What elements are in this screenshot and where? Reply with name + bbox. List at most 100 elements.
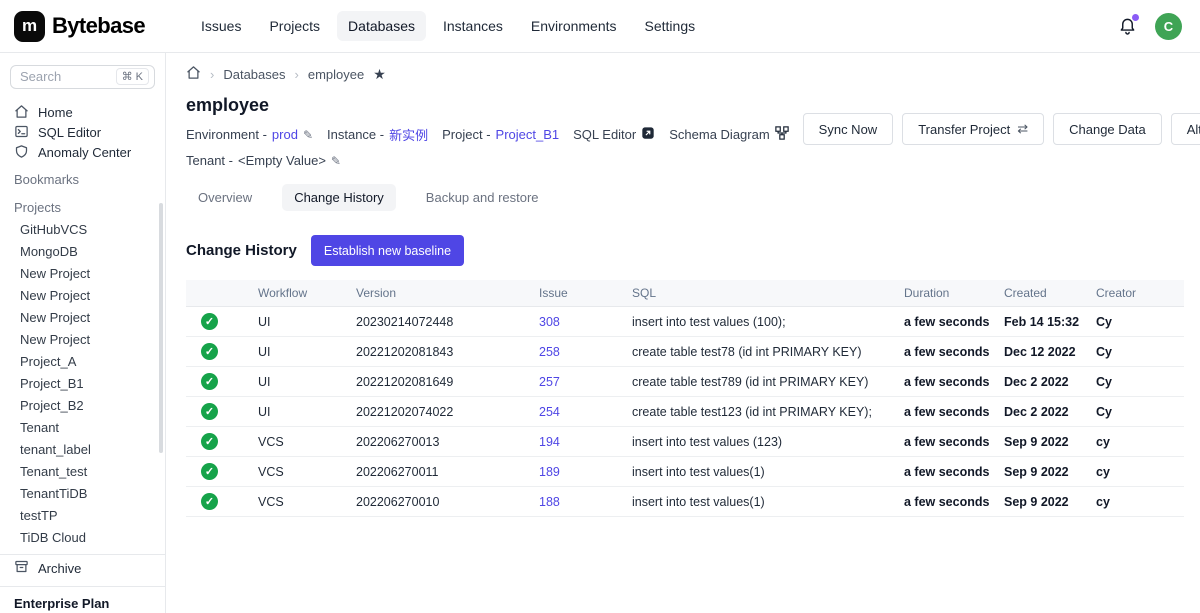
schema-diagram-shortcut[interactable]: Schema Diagram <box>669 126 788 143</box>
edit-environment-pencil-icon[interactable]: ✎ <box>303 128 313 142</box>
nav-item-instances[interactable]: Instances <box>432 11 514 41</box>
issue-link[interactable]: 188 <box>539 495 632 509</box>
transfer-project-button[interactable]: Transfer Project⇄ <box>902 113 1044 145</box>
nav-item-projects[interactable]: Projects <box>258 11 331 41</box>
sidebar-item-anomaly-center[interactable]: Anomaly Center <box>0 143 165 163</box>
duration-cell: a few seconds <box>904 435 1004 449</box>
created-cell: Dec 2 2022 <box>1004 405 1096 419</box>
sidebar-project-item[interactable]: Tenant_test <box>0 461 165 483</box>
creator-cell: Cy <box>1096 315 1184 329</box>
alter-schema-button[interactable]: Alter Schema <box>1171 113 1200 145</box>
edit-tenant-pencil-icon[interactable]: ✎ <box>331 154 341 168</box>
issue-link[interactable]: 254 <box>539 405 632 419</box>
sidebar-project-item[interactable]: New Project <box>0 263 165 285</box>
bookmark-star-icon[interactable]: ★ <box>373 66 386 83</box>
change-history-row[interactable]: ✓UI20221202081843258create table test78 … <box>186 337 1184 367</box>
creator-cell: Cy <box>1096 345 1184 359</box>
status-cell: ✓ <box>186 343 258 360</box>
sync-now-button[interactable]: Sync Now <box>803 113 894 145</box>
instance-link[interactable]: 新实例 <box>389 125 428 144</box>
issue-link[interactable]: 194 <box>539 435 632 449</box>
change-history-row[interactable]: ✓UI20221202074022254create table test123… <box>186 397 1184 427</box>
sidebar-item-label: SQL Editor <box>38 125 101 140</box>
tab-overview[interactable]: Overview <box>186 184 264 211</box>
environment-link[interactable]: prod <box>272 127 298 142</box>
subscription-plan-label[interactable]: Enterprise Plan <box>0 587 165 613</box>
sidebar-project-item[interactable]: Project_B2 <box>0 395 165 417</box>
sidebar-project-item[interactable]: New Project <box>0 329 165 351</box>
sidebar-project-item[interactable]: New Project <box>0 307 165 329</box>
nav-item-environments[interactable]: Environments <box>520 11 628 41</box>
page-title: employee <box>186 95 803 116</box>
issue-link[interactable]: 308 <box>539 315 632 329</box>
user-avatar[interactable]: C <box>1155 13 1182 40</box>
workflow-cell: UI <box>258 345 356 359</box>
environment-label: Environment - <box>186 127 267 142</box>
created-cell: Sep 9 2022 <box>1004 435 1096 449</box>
sidebar-project-item[interactable]: Project_A <box>0 351 165 373</box>
main-content: › Databases › employee ★ employee Enviro… <box>166 53 1200 613</box>
issue-link[interactable]: 257 <box>539 375 632 389</box>
sidebar-project-item[interactable]: New Project <box>0 285 165 307</box>
search-input[interactable] <box>20 69 112 84</box>
page-header-left: employee Environment - prod ✎ Instance -… <box>186 95 803 168</box>
tab-backup-and-restore[interactable]: Backup and restore <box>414 184 551 211</box>
workflow-cell: VCS <box>258 495 356 509</box>
topbar-right: C <box>1118 13 1182 40</box>
sql-cell: insert into test values(1) <box>632 465 904 479</box>
tab-change-history[interactable]: Change History <box>282 184 396 211</box>
nav-item-databases[interactable]: Databases <box>337 11 426 41</box>
sidebar-project-item[interactable]: TenantTiDB <box>0 483 165 505</box>
change-history-row[interactable]: ✓UI20221202081649257create table test789… <box>186 367 1184 397</box>
change-data-button[interactable]: Change Data <box>1053 113 1162 145</box>
shield-icon <box>14 144 29 162</box>
duration-cell: a few seconds <box>904 315 1004 329</box>
sidebar-item-archive[interactable]: Archive <box>0 555 165 581</box>
sql-cell: insert into test values (123) <box>632 435 904 449</box>
change-history-row[interactable]: ✓UI20230214072448308insert into test val… <box>186 307 1184 337</box>
issue-link[interactable]: 189 <box>539 465 632 479</box>
diagram-icon <box>775 126 789 143</box>
tenant-value: <Empty Value> <box>238 153 326 168</box>
sidebar-project-item[interactable]: GitHubVCS <box>0 219 165 241</box>
schema-diagram-label: Schema Diagram <box>669 127 769 142</box>
database-meta-line-1: Environment - prod ✎ Instance - 新实例 Proj… <box>186 125 803 144</box>
external-link-icon <box>641 126 655 143</box>
status-cell: ✓ <box>186 493 258 510</box>
nav-item-settings[interactable]: Settings <box>634 11 707 41</box>
creator-cell: Cy <box>1096 405 1184 419</box>
sidebar-project-item[interactable]: tenant_label <box>0 439 165 461</box>
success-check-icon: ✓ <box>201 313 218 330</box>
column-header-sql: SQL <box>632 286 904 300</box>
sidebar-item-label: Anomaly Center <box>38 145 131 160</box>
sql-editor-shortcut[interactable]: SQL Editor <box>573 126 655 143</box>
notification-bell-icon[interactable] <box>1118 17 1137 36</box>
brand-home-link[interactable]: m Bytebase <box>14 11 176 42</box>
change-history-row[interactable]: ✓VCS202206270011189insert into test valu… <box>186 457 1184 487</box>
version-cell: 20221202074022 <box>356 405 539 419</box>
search-box[interactable]: ⌘ K <box>10 65 155 89</box>
breadcrumb-databases[interactable]: Databases <box>223 67 285 82</box>
sidebar-item-home[interactable]: Home <box>0 103 165 123</box>
status-cell: ✓ <box>186 373 258 390</box>
sidebar-project-item[interactable]: MongoDB <box>0 241 165 263</box>
sidebar-project-item[interactable]: Tenant <box>0 417 165 439</box>
status-cell: ✓ <box>186 403 258 420</box>
sidebar-project-item[interactable]: testTP <box>0 505 165 527</box>
breadcrumb-home-icon[interactable] <box>186 65 201 83</box>
change-history-row[interactable]: ✓VCS202206270013194insert into test valu… <box>186 427 1184 457</box>
sidebar-item-sql-editor[interactable]: SQL Editor <box>0 123 165 143</box>
project-link[interactable]: Project_B1 <box>496 127 560 142</box>
page-header: employee Environment - prod ✎ Instance -… <box>186 95 1184 168</box>
sidebar-project-item[interactable]: TiDB Cloud <box>0 527 165 549</box>
sidebar-section-projects: Projects <box>0 191 165 219</box>
workflow-cell: VCS <box>258 465 356 479</box>
change-history-row[interactable]: ✓VCS202206270010188insert into test valu… <box>186 487 1184 517</box>
nav-item-issues[interactable]: Issues <box>190 11 252 41</box>
sidebar-scrollbar[interactable] <box>159 203 163 453</box>
sidebar-project-item[interactable]: Project_B1 <box>0 373 165 395</box>
terminal-icon <box>14 124 29 142</box>
issue-link[interactable]: 258 <box>539 345 632 359</box>
column-header-created: Created <box>1004 286 1096 300</box>
establish-baseline-button[interactable]: Establish new baseline <box>311 235 464 266</box>
